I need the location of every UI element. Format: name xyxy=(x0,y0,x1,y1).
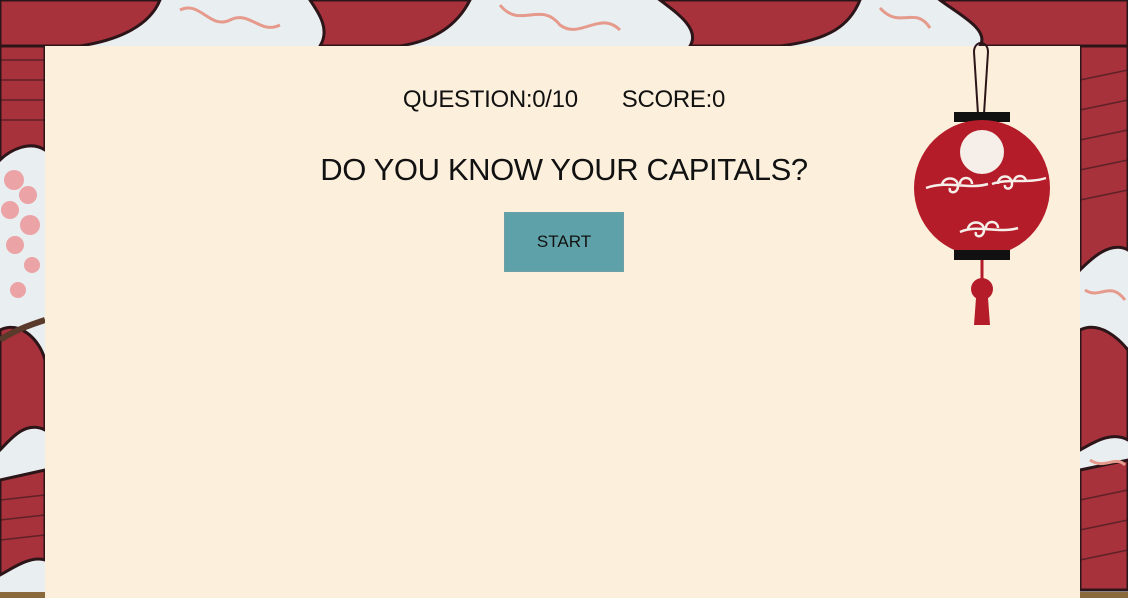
question-counter: QUESTION: 0/10 xyxy=(403,86,578,114)
score-label: SCORE: xyxy=(621,86,713,113)
question-total: 10 xyxy=(551,86,578,113)
question-label: QUESTION: xyxy=(402,86,533,113)
score-display: SCORE: 0 xyxy=(621,86,726,114)
lantern-decoration xyxy=(914,42,1050,325)
score-value: 0 xyxy=(712,86,726,113)
start-button[interactable]: START xyxy=(504,212,624,272)
question-current: 0 xyxy=(532,86,546,113)
